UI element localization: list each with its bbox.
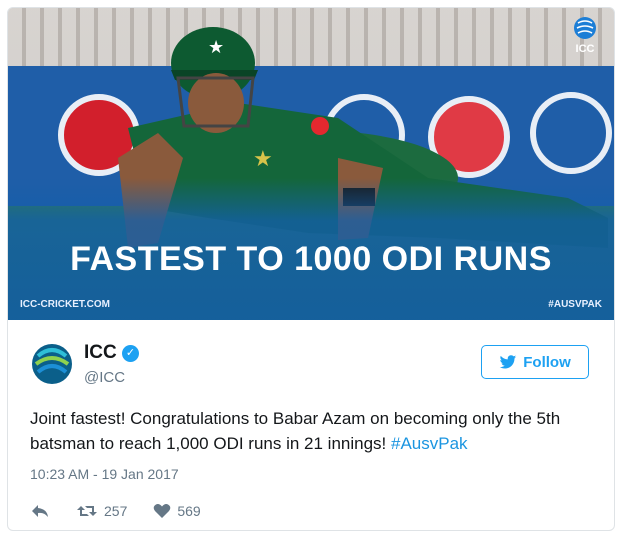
- tweet-hashtag-link[interactable]: #AusvPak: [391, 434, 468, 453]
- heart-icon: [154, 504, 171, 518]
- follow-label: Follow: [523, 353, 571, 371]
- image-icc-badge: ICC: [570, 16, 600, 55]
- icc-logo-icon: [574, 17, 596, 39]
- account-name[interactable]: ICC: [84, 342, 117, 364]
- verified-badge-icon: ✓: [122, 345, 139, 362]
- tweet-image[interactable]: ★ ★ FASTEST TO 1000 ODI RUNS ICC-CRICKET…: [8, 8, 614, 320]
- svg-text:★: ★: [253, 147, 273, 172]
- image-hashtag-label: #AUSVPAK: [548, 299, 602, 310]
- reply-button[interactable]: [30, 503, 50, 519]
- follow-button[interactable]: Follow: [481, 345, 589, 379]
- tweet-timestamp[interactable]: 10:23 AM - 19 Jan 2017: [30, 466, 179, 482]
- tweet-body: ICC ✓ @ICC Follow Joint fastest! Congrat…: [8, 320, 614, 530]
- retweet-count: 257: [104, 503, 128, 519]
- twitter-bird-icon: [499, 354, 517, 368]
- avatar[interactable]: [30, 342, 74, 386]
- svg-text:★: ★: [208, 37, 224, 58]
- image-site-label: ICC-CRICKET.COM: [20, 299, 110, 310]
- tweet-text: Joint fastest! Congratulations to Babar …: [30, 406, 590, 456]
- retweet-button[interactable]: 257: [76, 503, 127, 519]
- tweet-card: ★ ★ FASTEST TO 1000 ODI RUNS ICC-CRICKET…: [7, 7, 615, 531]
- image-headline: FASTEST TO 1000 ODI RUNS: [70, 240, 552, 278]
- like-count: 569: [177, 503, 201, 519]
- retweet-icon: [77, 506, 97, 516]
- tweet-actions: 257 569: [30, 500, 227, 522]
- tweet-text-body: Joint fastest! Congratulations to Babar …: [30, 409, 561, 453]
- account-handle[interactable]: @ICC: [84, 369, 125, 386]
- like-button[interactable]: 569: [153, 503, 201, 519]
- reply-icon: [32, 505, 48, 517]
- icc-badge-text: ICC: [575, 43, 595, 55]
